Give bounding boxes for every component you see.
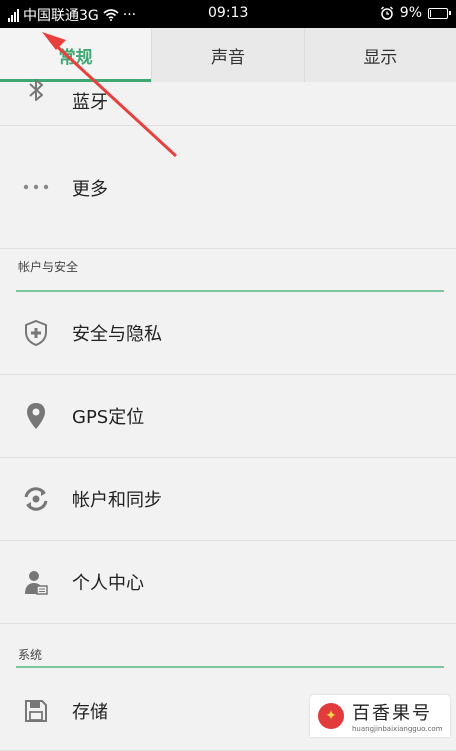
status-right: 9%	[380, 5, 451, 21]
sync-icon	[22, 485, 50, 513]
settings-item-gps[interactable]: GPS定位	[0, 375, 456, 458]
settings-item-personal-center[interactable]: 个人中心	[0, 541, 456, 624]
watermark-logo-icon: ✦	[318, 703, 344, 729]
battery-percent: 9%	[399, 5, 422, 21]
settings-item-label: 更多	[72, 179, 108, 200]
tab-general[interactable]: 常规	[0, 28, 152, 82]
signal-icon	[8, 8, 19, 22]
section-title: 帐户与安全	[18, 260, 79, 274]
settings-item-label: GPS定位	[72, 407, 145, 428]
watermark-text: 百香果号 huangjinbaixiangguo.com	[352, 699, 443, 733]
shield-icon	[22, 319, 50, 347]
settings-item-label: 帐户和同步	[72, 490, 162, 511]
status-extra: ···	[122, 7, 137, 23]
settings-item-label: 个人中心	[72, 573, 144, 594]
section-title: 系统	[18, 648, 43, 662]
section-divider	[16, 666, 444, 668]
more-dots-icon	[22, 173, 50, 201]
settings-item-more[interactable]: 更多	[0, 126, 456, 249]
settings-item-label: 安全与隐私	[72, 324, 162, 345]
battery-fill	[430, 9, 431, 17]
section-header-account: 帐户与安全	[0, 248, 456, 296]
settings-item-bluetooth[interactable]: 蓝牙	[0, 79, 456, 126]
location-pin-icon	[22, 402, 50, 430]
bluetooth-icon	[22, 76, 50, 104]
wifi-icon	[103, 9, 119, 21]
alarm-icon	[380, 6, 393, 20]
storage-icon	[22, 697, 50, 725]
settings-item-security-privacy[interactable]: 安全与隐私	[0, 292, 456, 375]
watermark: ✦ 百香果号 huangjinbaixiangguo.com	[310, 695, 450, 737]
person-icon	[22, 568, 50, 596]
tab-bar: 常规 声音 显示	[0, 28, 456, 82]
settings-item-label: 存储	[72, 701, 108, 723]
section-header-system: 系统	[0, 624, 456, 671]
status-bar: 中国联通3G ··· 09:13 9%	[0, 0, 456, 28]
settings-item-label: 蓝牙	[72, 92, 108, 113]
settings-item-account-sync[interactable]: 帐户和同步	[0, 458, 456, 541]
watermark-title: 百香果号	[352, 703, 432, 724]
tab-sound[interactable]: 声音	[151, 28, 303, 82]
watermark-url: huangjinbaixiangguo.com	[352, 725, 443, 733]
clock: 09:13	[208, 5, 249, 21]
carrier-text: 中国联通3G	[23, 8, 99, 24]
battery-icon	[428, 7, 451, 19]
status-left: 中国联通3G ···	[8, 5, 136, 25]
tab-display[interactable]: 显示	[303, 28, 456, 82]
settings-list: 蓝牙 更多 帐户与安全 安全与隐私 GPS定位 帐户和同步 个人中心 系统 存储	[0, 79, 456, 751]
